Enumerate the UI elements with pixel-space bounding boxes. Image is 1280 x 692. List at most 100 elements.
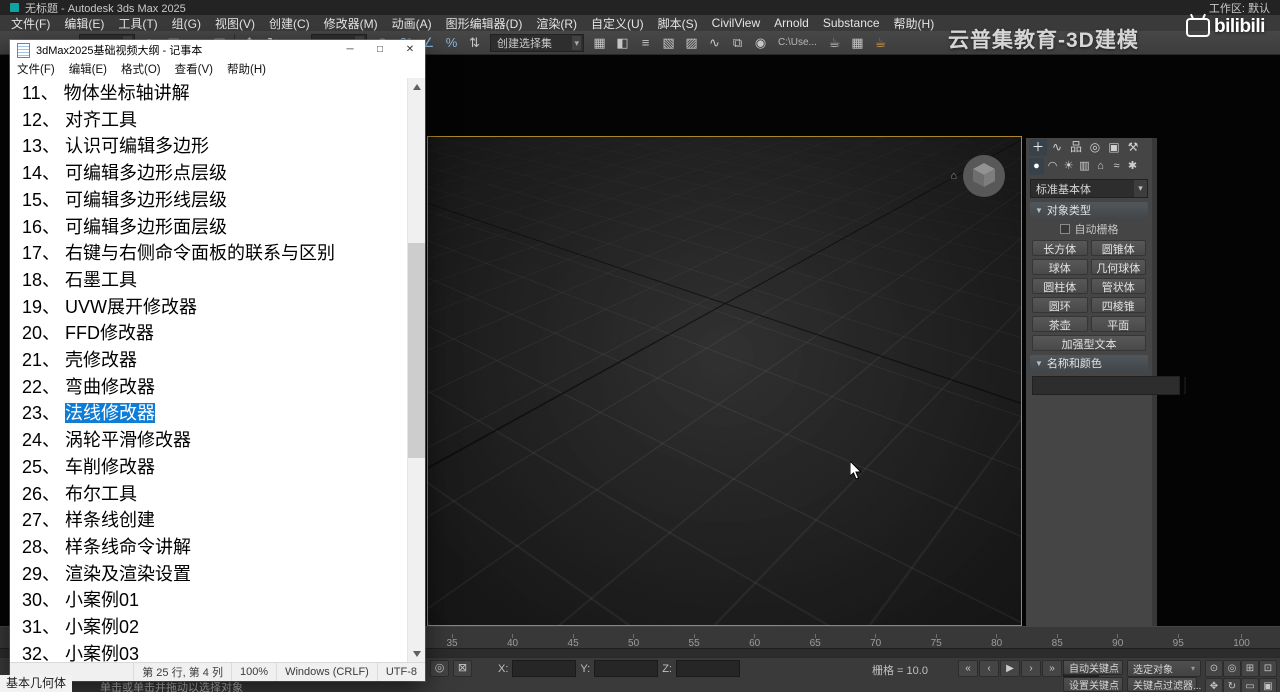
- menu-item[interactable]: Arnold: [767, 16, 816, 30]
- workspace-selector[interactable]: 工作区: 默认: [1209, 3, 1270, 15]
- menu-item[interactable]: 文件(F): [4, 15, 57, 32]
- create-tab[interactable]: ＋: [1029, 139, 1047, 156]
- maximize-button[interactable]: □: [365, 40, 395, 60]
- primitive-category-dropdown[interactable]: 标准基本体 ▾: [1030, 179, 1148, 198]
- notepad-menu-item[interactable]: 格式(O): [114, 61, 168, 77]
- curve-editor-icon[interactable]: ∿: [703, 33, 726, 53]
- coordinate-field[interactable]: [594, 660, 658, 677]
- autogrid-checkbox[interactable]: [1060, 224, 1070, 234]
- primitive-button[interactable]: 茶壶: [1032, 316, 1088, 332]
- render-production-icon[interactable]: ☕: [869, 33, 892, 53]
- minimize-button[interactable]: ─: [335, 40, 365, 60]
- notepad-menu-item[interactable]: 文件(F): [10, 61, 62, 77]
- notepad-menu-item[interactable]: 编辑(E): [62, 61, 114, 77]
- orbit-icon[interactable]: ↻: [1223, 678, 1241, 692]
- notepad-menu-item[interactable]: 查看(V): [168, 61, 220, 77]
- menu-item[interactable]: 工具(T): [111, 15, 164, 32]
- field-of-view-icon[interactable]: ▭: [1241, 678, 1259, 692]
- shapes-category-tab[interactable]: ◠: [1045, 158, 1060, 175]
- menu-item[interactable]: 脚本(S): [651, 15, 705, 32]
- notepad-text-area[interactable]: 11、 物体坐标轴讲解 12、 对齐工具 13、 认识可编辑多边形 14、 可编…: [10, 78, 408, 662]
- primitive-button[interactable]: 圆锥体: [1091, 240, 1147, 256]
- object-name-field[interactable]: [1032, 376, 1180, 395]
- hierarchy-tab[interactable]: 品: [1067, 139, 1085, 156]
- modify-tab[interactable]: ∿: [1048, 139, 1066, 156]
- percent-snap-icon[interactable]: %: [440, 33, 463, 53]
- perspective-viewport[interactable]: ⌂: [427, 136, 1022, 626]
- object-color-swatch[interactable]: [1184, 377, 1186, 394]
- zoom-extents-icon[interactable]: ⊞: [1241, 660, 1259, 677]
- material-editor-icon[interactable]: ◉: [749, 33, 772, 53]
- textplus-button[interactable]: 加强型文本: [1032, 335, 1146, 351]
- primitive-button[interactable]: 长方体: [1032, 240, 1088, 256]
- primitive-button[interactable]: 圆环: [1032, 297, 1088, 313]
- rollout-name-color[interactable]: ▼ 名称和颜色: [1030, 355, 1148, 371]
- helpers-category-tab[interactable]: ⌂: [1093, 158, 1108, 175]
- menu-item[interactable]: 图形编辑器(D): [439, 15, 530, 32]
- motion-tab[interactable]: ◎: [1086, 139, 1104, 156]
- go-to-end-button[interactable]: »: [1042, 660, 1062, 677]
- primitive-button[interactable]: 圆柱体: [1032, 278, 1088, 294]
- rollout-object-type[interactable]: ▼ 对象类型: [1030, 202, 1148, 218]
- menu-item[interactable]: 自定义(U): [584, 15, 651, 32]
- primitive-button[interactable]: 几何球体: [1091, 259, 1147, 275]
- coordinate-field[interactable]: [676, 660, 740, 677]
- graphite-ribbon-icon[interactable]: ▨: [680, 33, 703, 53]
- systems-category-tab[interactable]: ✱: [1125, 158, 1140, 175]
- set-key-button[interactable]: 设置关键点: [1063, 677, 1123, 692]
- primitive-button[interactable]: 四棱锥: [1091, 297, 1147, 313]
- cameras-category-tab[interactable]: ▥: [1077, 158, 1092, 175]
- key-filters-button[interactable]: 关键点过滤器...: [1127, 677, 1197, 692]
- next-frame-button[interactable]: ›: [1021, 660, 1041, 677]
- scroll-up-icon[interactable]: [408, 78, 425, 95]
- selection-lock-toggle-icon[interactable]: ⊠: [453, 660, 472, 677]
- menu-item[interactable]: 修改器(M): [317, 15, 385, 32]
- menu-item[interactable]: 创建(C): [262, 15, 317, 32]
- zoom-icon[interactable]: ⊙: [1205, 660, 1223, 677]
- primitive-button[interactable]: 球体: [1032, 259, 1088, 275]
- selected-filter-dropdown[interactable]: 选定对象 ▾: [1127, 660, 1201, 677]
- menu-item[interactable]: Substance: [816, 16, 887, 30]
- notepad-titlebar[interactable]: 3dMax2025基础视频大纲 - 记事本 ─ □ ✕: [10, 40, 425, 60]
- previous-frame-button[interactable]: ‹: [979, 660, 999, 677]
- menu-item[interactable]: 渲染(R): [529, 15, 584, 32]
- play-button[interactable]: ▶: [1000, 660, 1020, 677]
- zoom-extents-all-icon[interactable]: ⊡: [1259, 660, 1277, 677]
- menu-item[interactable]: 动画(A): [385, 15, 439, 32]
- pan-view-icon[interactable]: ✥: [1205, 678, 1223, 692]
- menu-item[interactable]: CivilView: [705, 16, 767, 30]
- scroll-down-icon[interactable]: [408, 645, 425, 662]
- maximize-viewport-toggle-icon[interactable]: ▣: [1259, 678, 1277, 692]
- isolate-selection-toggle-icon[interactable]: ◎: [430, 660, 449, 677]
- viewcube-cube-icon[interactable]: [961, 153, 1007, 199]
- edit-named-selection-sets-icon[interactable]: ▦: [588, 33, 611, 53]
- notepad-scrollbar[interactable]: [407, 78, 425, 662]
- zoom-all-icon[interactable]: ◎: [1223, 660, 1241, 677]
- lights-category-tab[interactable]: ☀: [1061, 158, 1076, 175]
- spinner-snap-icon[interactable]: ⇅: [463, 33, 486, 53]
- named-selection-set-combo[interactable]: 创建选择集 ▾: [490, 34, 584, 52]
- primitive-button[interactable]: 平面: [1091, 316, 1147, 332]
- go-to-start-button[interactable]: «: [958, 660, 978, 677]
- notepad-menu-item[interactable]: 帮助(H): [220, 61, 273, 77]
- viewcube-home-icon[interactable]: ⌂: [950, 170, 957, 182]
- display-tab[interactable]: ▣: [1105, 139, 1123, 156]
- utilities-tab[interactable]: ⚒: [1124, 139, 1142, 156]
- menu-item[interactable]: 编辑(E): [57, 15, 111, 32]
- space-warps-category-tab[interactable]: ≈: [1109, 158, 1124, 175]
- primitive-button[interactable]: 管状体: [1091, 278, 1147, 294]
- align-icon[interactable]: ≡: [634, 33, 657, 53]
- menu-item[interactable]: 组(G): [165, 15, 208, 32]
- geometry-category-tab[interactable]: ●: [1029, 158, 1044, 175]
- layer-explorer-icon[interactable]: ▧: [657, 33, 680, 53]
- viewcube[interactable]: ⌂: [950, 153, 1007, 199]
- coordinate-field[interactable]: [512, 660, 576, 677]
- menu-item[interactable]: 帮助(H): [887, 15, 942, 32]
- autogrid-toggle[interactable]: 自动栅格: [1026, 221, 1152, 237]
- mirror-icon[interactable]: ◧: [611, 33, 634, 53]
- schematic-view-icon[interactable]: ⧉: [726, 33, 749, 53]
- scrollbar-thumb[interactable]: [408, 243, 425, 458]
- auto-key-button[interactable]: 自动关键点: [1063, 660, 1123, 675]
- menu-item[interactable]: 视图(V): [208, 15, 262, 32]
- rendered-frame-window-icon[interactable]: ▦: [846, 33, 869, 53]
